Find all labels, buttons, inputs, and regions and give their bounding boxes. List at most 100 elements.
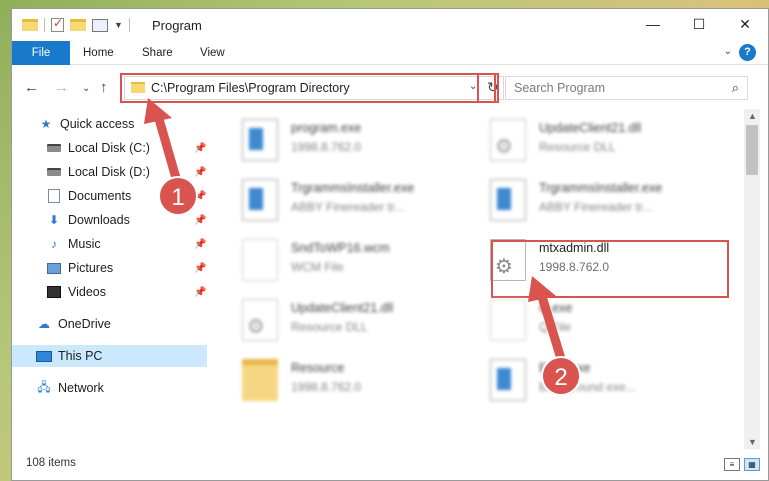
- maximize-button[interactable]: ☐: [676, 9, 722, 39]
- sidebar-item-label: OneDrive: [58, 317, 111, 331]
- title-bar: ▼ Program — ☐ ✕: [12, 9, 768, 41]
- search-input[interactable]: Search Program ⌕: [505, 76, 748, 100]
- file-item[interactable]: UpdateClient21.dll Resource DLL: [475, 113, 720, 169]
- pin-icon[interactable]: 📌: [194, 143, 206, 154]
- sidebar-item-pictures[interactable]: Pictures 📌: [12, 257, 207, 279]
- quick-access-toolbar: ▼: [22, 16, 130, 32]
- toolbar-divider: [128, 18, 130, 32]
- disk-icon: [46, 141, 62, 155]
- sidebar-item-label: Network: [58, 381, 104, 395]
- pictures-icon: [46, 261, 62, 275]
- file-detail: 1998.8.762.0: [291, 140, 362, 154]
- file-item[interactable]: Q.exe Q File: [475, 293, 720, 349]
- file-detail: 1998.8.762.0: [291, 380, 362, 394]
- forward-arrow-icon[interactable]: →: [54, 79, 69, 96]
- exe-icon: [490, 359, 526, 401]
- customize-toolbar-icon[interactable]: ▼: [114, 20, 123, 30]
- sidebar-item-label: Pictures: [68, 261, 114, 275]
- sidebar-item-quick-access[interactable]: ★ Quick access: [12, 113, 207, 135]
- file-item[interactable]: TrgrammsInstaller.exe ABBY Finereader tr…: [227, 173, 472, 229]
- step-2-badge: 2: [541, 356, 581, 396]
- recent-locations-icon[interactable]: ⌄: [82, 83, 90, 94]
- minimize-button[interactable]: —: [630, 9, 676, 39]
- sidebar-item-videos[interactable]: Videos 📌: [12, 281, 207, 303]
- exe-icon: [242, 179, 278, 221]
- explorer-window: ▼ Program — ☐ ✕ File Home Share View ⌄ ?…: [11, 8, 769, 481]
- tab-view[interactable]: View: [200, 41, 225, 65]
- onedrive-icon: ☁: [38, 317, 50, 331]
- file-item[interactable]: TrgrammsInstaller.exe ABBY Finereader tr…: [475, 173, 720, 229]
- sidebar-item-label: Quick access: [60, 117, 135, 131]
- file-name: program.exe: [291, 121, 362, 135]
- music-icon: ♪: [51, 237, 57, 251]
- vertical-scrollbar[interactable]: ▲ ▼: [744, 109, 760, 449]
- file-highlight-box: [491, 240, 729, 298]
- details-view-icon[interactable]: ≡: [724, 458, 740, 471]
- file-item[interactable]: Resource 1998.8.762.0: [227, 353, 472, 409]
- scroll-thumb[interactable]: [746, 125, 758, 175]
- file-detail: ABBY Finereader tr...: [539, 200, 653, 214]
- file-name: SndToWP16.wcm: [291, 241, 390, 255]
- network-icon: 🖧: [37, 379, 51, 394]
- view-switcher: ≡ ▦: [724, 458, 760, 471]
- file-item[interactable]: program.exe 1998.8.762.0: [227, 113, 472, 169]
- sidebar-item-label: Local Disk (D:): [68, 165, 150, 179]
- exe-icon: [490, 179, 526, 221]
- tab-share[interactable]: Share: [142, 41, 173, 65]
- file-name: UpdateClient21.dll: [291, 301, 394, 315]
- exe-icon: [242, 119, 278, 161]
- file-detail: Resource DLL: [291, 320, 368, 334]
- sidebar-item-local-disk-c[interactable]: Local Disk (C:) 📌: [12, 137, 207, 159]
- expand-ribbon-icon[interactable]: ⌄: [724, 46, 732, 57]
- sidebar-item-network[interactable]: 🖧 Network: [12, 377, 207, 399]
- pin-icon[interactable]: 📌: [194, 215, 206, 226]
- file-detail: ABBY Finereader tr...: [291, 200, 405, 214]
- window-controls: — ☐ ✕: [630, 9, 768, 39]
- item-count: 108 items: [26, 457, 76, 469]
- sidebar-item-label: Local Disk (C:): [68, 141, 150, 155]
- file-icon: [490, 299, 526, 341]
- close-button[interactable]: ✕: [722, 9, 768, 39]
- sidebar-item-this-pc[interactable]: This PC: [12, 345, 207, 367]
- rename-icon[interactable]: [92, 18, 108, 32]
- up-arrow-icon[interactable]: ↑: [100, 79, 108, 96]
- sidebar-item-onedrive[interactable]: ☁ OneDrive: [12, 313, 207, 335]
- file-icon: [242, 239, 278, 281]
- properties-check-icon[interactable]: [51, 16, 64, 32]
- large-icons-view-icon[interactable]: ▦: [744, 458, 760, 471]
- pin-icon[interactable]: 📌: [194, 263, 206, 274]
- tab-file[interactable]: File: [12, 41, 70, 65]
- search-icon[interactable]: ⌕: [732, 80, 739, 96]
- file-name: TrgrammsInstaller.exe: [539, 181, 663, 195]
- pin-icon[interactable]: 📌: [194, 239, 206, 250]
- back-arrow-icon[interactable]: ←: [24, 79, 39, 96]
- refresh-highlight-box: [477, 73, 499, 103]
- sidebar-item-label: Downloads: [68, 213, 130, 227]
- help-button[interactable]: ?: [739, 44, 756, 61]
- tab-home[interactable]: Home: [83, 41, 114, 65]
- disk-icon: [46, 165, 62, 179]
- folder-icon[interactable]: [22, 19, 38, 31]
- file-name: Q.exe: [539, 301, 573, 315]
- search-placeholder: Search Program: [514, 81, 606, 95]
- file-item[interactable]: UpdateClient21.dll Resource DLL: [227, 293, 472, 349]
- file-list: program.exe 1998.8.762.0 UpdateClient21.…: [217, 109, 744, 449]
- file-name: TrgrammsInstaller.exe: [291, 181, 415, 195]
- file-name: Resource: [291, 361, 345, 375]
- file-detail: WCM File: [291, 260, 344, 274]
- this-pc-icon: [36, 349, 52, 363]
- toolbar-divider: [44, 18, 45, 32]
- scroll-up-icon[interactable]: ▲: [748, 111, 757, 121]
- file-item[interactable]: SndToWP16.wcm WCM File: [227, 233, 472, 289]
- file-detail: Resource DLL: [539, 140, 616, 154]
- downloads-icon: ⬇: [48, 213, 60, 227]
- sidebar-item-label: Documents: [68, 189, 132, 203]
- pin-icon[interactable]: 📌: [194, 167, 206, 178]
- pin-icon[interactable]: 📌: [194, 287, 206, 298]
- scroll-down-icon[interactable]: ▼: [748, 437, 757, 447]
- sidebar-item-music[interactable]: ♪ Music 📌: [12, 233, 207, 255]
- new-folder-icon[interactable]: [70, 19, 86, 31]
- dll-icon: [490, 119, 526, 161]
- navigation-pane: ★ Quick access Local Disk (C:) 📌 Local D…: [12, 109, 207, 449]
- file-item[interactable]: Exec.exe Background exe...: [475, 353, 720, 409]
